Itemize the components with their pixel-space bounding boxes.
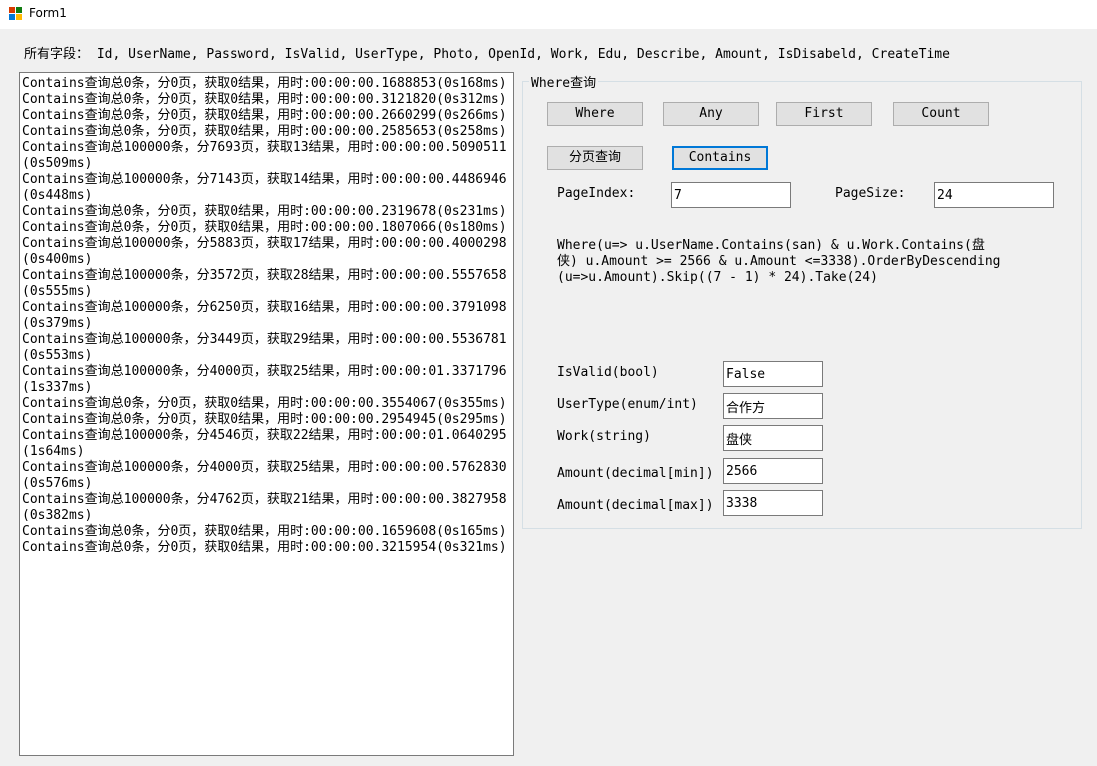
where-button[interactable]: Where xyxy=(547,102,643,126)
log-line: Contains查询总100000条，分3449页，获取29结果，用时:00:0… xyxy=(22,332,507,363)
paging-query-button[interactable]: 分页查询 xyxy=(547,146,643,170)
app-form-icon xyxy=(9,7,22,20)
amount-max-label: Amount(decimal[max]) xyxy=(557,498,714,513)
log-line: Contains查询总0条，分0页，获取0结果，用时:00:00:00.1807… xyxy=(22,220,507,235)
isvalid-label: IsValid(bool) xyxy=(557,365,659,380)
log-line: Contains查询总100000条，分3572页，获取28结果，用时:00:0… xyxy=(22,268,507,299)
any-button[interactable]: Any xyxy=(663,102,759,126)
log-line: Contains查询总0条，分0页，获取0结果，用时:00:00:00.1688… xyxy=(22,76,507,91)
log-line: Contains查询总100000条，分4762页，获取21结果，用时:00:0… xyxy=(22,492,507,523)
log-line: Contains查询总0条，分0页，获取0结果，用时:00:00:00.3121… xyxy=(22,92,507,107)
log-line: Contains查询总100000条，分4000页，获取25结果，用时:00:0… xyxy=(22,364,507,395)
log-line: Contains查询总100000条，分4546页，获取22结果，用时:00:0… xyxy=(22,428,507,459)
log-output-textbox[interactable]: Contains查询总0条，分0页，获取0结果，用时:00:00:00.1688… xyxy=(19,72,514,756)
log-line: Contains查询总100000条，分4000页，获取25结果，用时:00:0… xyxy=(22,460,507,491)
work-label: Work(string) xyxy=(557,429,651,444)
all-fields-label: 所有字段： Id, UserName, Password, IsValid, U… xyxy=(24,47,950,62)
usertype-label: UserType(enum/int) xyxy=(557,397,698,412)
contains-button[interactable]: Contains xyxy=(672,146,768,170)
isvalid-input[interactable] xyxy=(723,361,823,387)
page-index-input[interactable] xyxy=(671,182,791,208)
page-size-label: PageSize: xyxy=(835,186,906,201)
log-line: Contains查询总0条，分0页，获取0结果，用时:00:00:00.2585… xyxy=(22,124,507,139)
linq-expression-text: Where(u=> u.UserName.Contains(san) & u.W… xyxy=(557,238,1001,285)
page-index-label: PageIndex: xyxy=(557,186,636,201)
log-line: Contains查询总0条，分0页，获取0结果，用时:00:00:00.2954… xyxy=(22,412,507,427)
count-button[interactable]: Count xyxy=(893,102,989,126)
log-line: Contains查询总100000条，分6250页，获取16结果，用时:00:0… xyxy=(22,300,507,331)
window-title: Form1 xyxy=(29,6,67,20)
first-button[interactable]: First xyxy=(776,102,872,126)
log-line: Contains查询总100000条，分5883页，获取17结果，用时:00:0… xyxy=(22,236,507,267)
usertype-input[interactable] xyxy=(723,393,823,419)
log-line: Contains查询总0条，分0页，获取0结果，用时:00:00:00.3215… xyxy=(22,540,507,555)
log-line: Contains查询总100000条，分7693页，获取13结果，用时:00:0… xyxy=(22,140,507,171)
amount-min-input[interactable] xyxy=(723,458,823,484)
work-input[interactable] xyxy=(723,425,823,451)
page-size-input[interactable] xyxy=(934,182,1054,208)
log-line: Contains查询总0条，分0页，获取0结果，用时:00:00:00.1659… xyxy=(22,524,507,539)
log-line: Contains查询总0条，分0页，获取0结果，用时:00:00:00.2319… xyxy=(22,204,507,219)
amount-max-input[interactable] xyxy=(723,490,823,516)
title-bar: Form1 xyxy=(0,0,1097,29)
log-line: Contains查询总100000条，分7143页，获取14结果，用时:00:0… xyxy=(22,172,507,203)
groupbox-title: Where查询 xyxy=(529,72,599,91)
log-line: Contains查询总0条，分0页，获取0结果，用时:00:00:00.2660… xyxy=(22,108,507,123)
amount-min-label: Amount(decimal[min]) xyxy=(557,466,714,481)
log-line: Contains查询总0条，分0页，获取0结果，用时:00:00:00.3554… xyxy=(22,396,507,411)
